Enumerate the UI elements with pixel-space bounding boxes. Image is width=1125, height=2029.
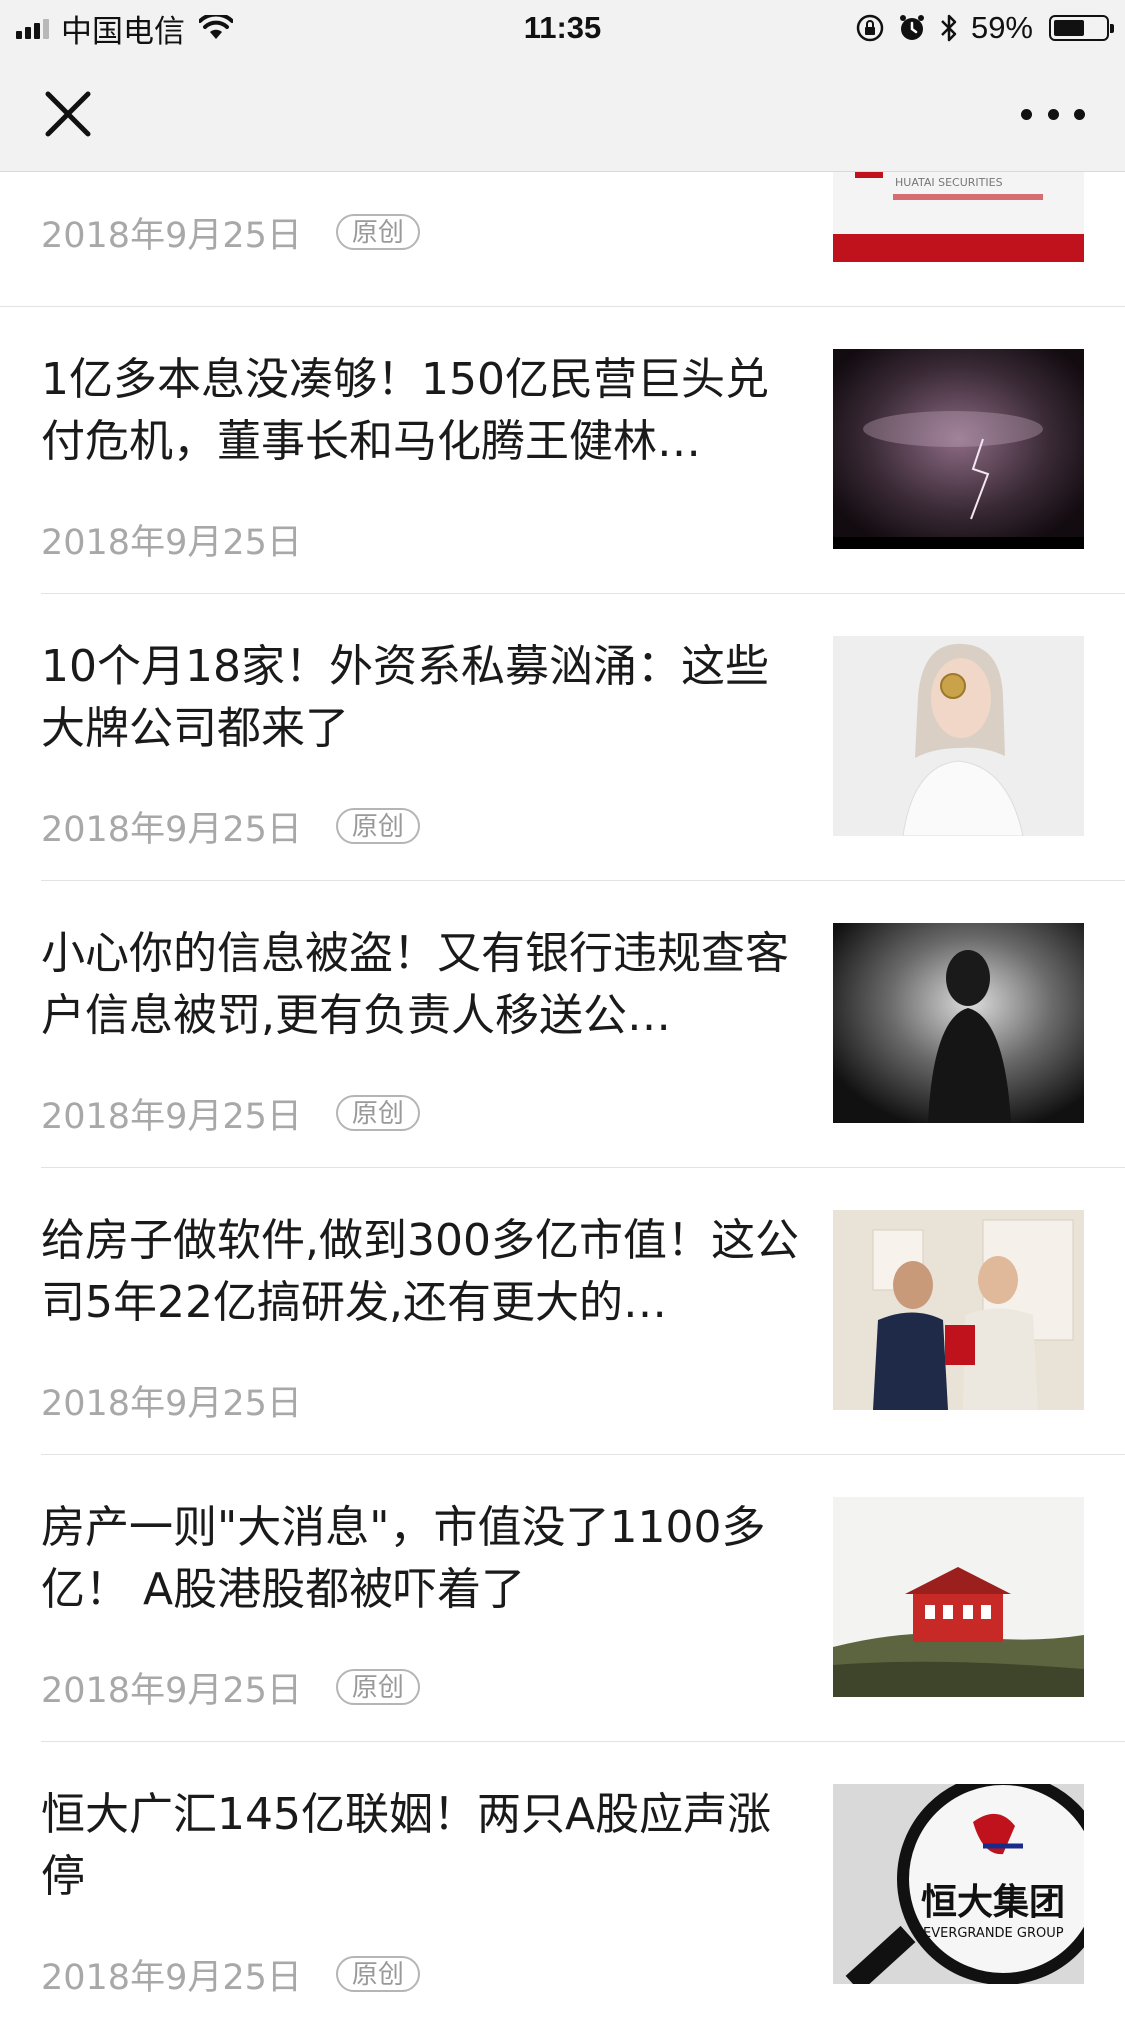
logo-text: EVERGRANDE GROUP: [923, 1926, 1064, 1941]
article-thumbnail: [833, 349, 1084, 549]
list-item[interactable]: 恒大广汇145亿联姻！两只A股应声涨停 2018年9月25日 原创 恒大集团 E…: [0, 1742, 1125, 2029]
list-item[interactable]: 给房子做软件,做到300多亿市值！这公司5年22亿搞研发,还有更大的… 2018…: [0, 1168, 1125, 1455]
list-item[interactable]: 小心你的信息被盗！又有银行违规查客户信息被罚,更有负责人移送公… 2018年9月…: [0, 881, 1125, 1168]
article-title: 10个月18家！外资系私募汹涌：这些大牌公司都来了: [41, 641, 769, 754]
article-thumbnail: [833, 1497, 1084, 1697]
article-thumbnail: [833, 636, 1084, 836]
more-icon: [1021, 108, 1032, 120]
list-item[interactable]: 房产一则"大消息"，市值没了1100多亿！ A股港股都被吓着了 2018年9月2…: [0, 1455, 1125, 1742]
logo-text: HUATAI SECURITIES: [895, 176, 1003, 189]
logo-text: 恒大集团: [921, 1882, 1065, 1923]
article-title: 小心你的信息被盗！又有银行违规查客户信息被罚,更有负责人移送公…: [41, 928, 789, 1041]
list-item[interactable]: 10个月18家！外资系私募汹涌：这些大牌公司都来了 2018年9月25日 原创: [0, 594, 1125, 881]
article-thumbnail: 恒大集团 EVERGRANDE GROUP: [833, 1784, 1084, 1984]
close-icon: [45, 91, 91, 137]
article-date: 2018年9月25日: [41, 522, 302, 563]
original-badge: 原创: [335, 214, 420, 250]
original-badge: 原创: [335, 1956, 420, 1992]
article-date: 2018年9月25日: [41, 809, 302, 850]
article-date: 2018年9月25日: [41, 215, 302, 256]
article-date: 2018年9月25日: [41, 1957, 302, 1998]
article-title: 1亿多本息没凑够！150亿民营巨头兑付危机，董事长和马化腾王健林…: [41, 354, 769, 467]
close-button[interactable]: [40, 86, 96, 142]
article-thumbnail: [833, 1210, 1084, 1410]
article-title: 房产一则"大消息"，市值没了1100多亿！ A股港股都被吓着了: [41, 1502, 766, 1615]
article-date: 2018年9月25日: [41, 1670, 302, 1711]
article-title: 给房子做软件,做到300多亿市值！这公司5年22亿搞研发,还有更大的…: [41, 1215, 799, 1328]
article-date: 2018年9月25日: [41, 1383, 302, 1424]
article-thumbnail: [833, 923, 1084, 1123]
nav-bar: [0, 56, 1125, 172]
original-badge: 原创: [335, 1669, 420, 1705]
article-date: 2018年9月25日: [41, 1096, 302, 1137]
original-badge: 原创: [335, 808, 420, 844]
more-button[interactable]: [1021, 98, 1085, 130]
article-title: 恒大广汇145亿联姻！两只A股应声涨停: [41, 1789, 772, 1902]
original-badge: 原创: [335, 1095, 420, 1131]
list-item[interactable]: 1亿多本息没凑够！150亿民营巨头兑付危机，董事长和马化腾王健林… 2018年9…: [0, 307, 1125, 594]
